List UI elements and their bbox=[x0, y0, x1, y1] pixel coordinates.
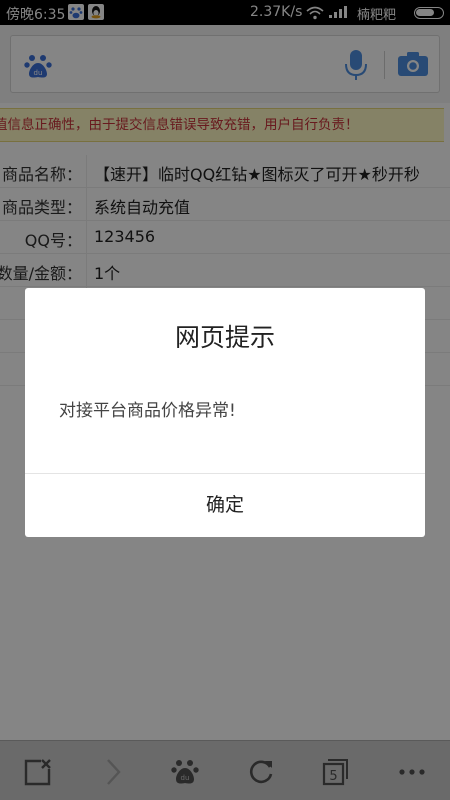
refresh-icon[interactable] bbox=[246, 757, 276, 787]
forward-icon[interactable] bbox=[98, 757, 128, 787]
dialog-title: 网页提示 bbox=[174, 323, 275, 352]
svg-text:du: du bbox=[181, 774, 190, 782]
more-icon[interactable] bbox=[397, 757, 427, 787]
tab-count: 5 bbox=[329, 769, 337, 784]
close-page-icon[interactable] bbox=[23, 757, 53, 787]
confirm-button[interactable]: 确定 bbox=[25, 474, 425, 537]
dialog-message: 对接平台商品价格异常! bbox=[59, 401, 236, 421]
browser-toolbar: du 5 bbox=[0, 740, 450, 800]
alert-dialog: 网页提示 对接平台商品价格异常! 确定 bbox=[25, 288, 425, 537]
baidu-home-icon[interactable]: du bbox=[170, 757, 200, 787]
tabs-icon[interactable]: 5 bbox=[321, 757, 351, 787]
